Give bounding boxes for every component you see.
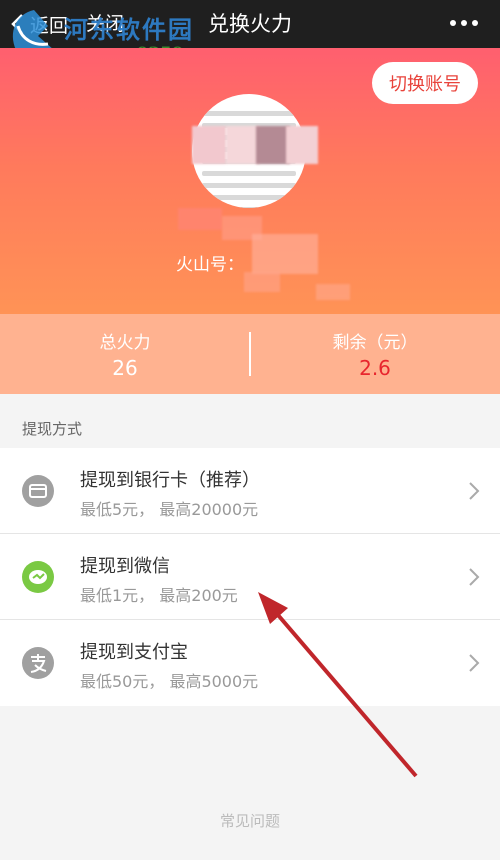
total-firepower-label: 总火力 bbox=[99, 333, 151, 353]
volcano-id-label: 火山号： bbox=[176, 255, 244, 275]
method-limit: 最低5元， 最高20000元 bbox=[80, 500, 259, 519]
method-limit: 最低1元， 最高200元 bbox=[80, 586, 238, 605]
switch-account-button[interactable]: 切换账号 bbox=[372, 62, 478, 104]
total-firepower-value: 26 bbox=[112, 356, 138, 380]
section-title: 提现方式 bbox=[22, 420, 83, 438]
method-bank-card[interactable]: 提现到银行卡（推荐） 最低5元， 最高20000元 bbox=[0, 448, 500, 534]
method-wechat[interactable]: 提现到微信 最低1元， 最高200元 bbox=[0, 534, 500, 620]
total-firepower: 总火力 26 bbox=[0, 314, 250, 394]
method-name: 提现到微信 bbox=[80, 556, 170, 577]
bank-card-icon bbox=[22, 475, 54, 507]
masked-area bbox=[286, 126, 318, 164]
watermark-name: 河东软件园 bbox=[64, 16, 194, 44]
masked-username bbox=[252, 234, 318, 274]
masked-area bbox=[256, 126, 290, 164]
masked-area bbox=[226, 126, 260, 164]
chevron-right-icon bbox=[469, 654, 480, 672]
more-menu-icon[interactable] bbox=[450, 20, 478, 26]
method-name: 提现到银行卡（推荐） bbox=[80, 470, 260, 491]
remaining-balance: 剩余（元） 2.6 bbox=[250, 314, 500, 394]
chevron-right-icon bbox=[469, 482, 480, 500]
wechat-icon bbox=[22, 561, 54, 593]
method-alipay[interactable]: 提现到支付宝 最低50元， 最高5000元 bbox=[0, 620, 500, 706]
masked-id bbox=[244, 272, 280, 292]
masked-area bbox=[192, 126, 226, 164]
stats-strip: 总火力 26 剩余（元） 2.6 bbox=[0, 314, 500, 394]
masked-username bbox=[178, 208, 222, 230]
method-name: 提现到支付宝 bbox=[80, 642, 188, 663]
profile-hero: 切换账号 火山号： bbox=[0, 48, 500, 314]
masked-id bbox=[316, 284, 350, 300]
chevron-right-icon bbox=[469, 568, 480, 586]
remaining-balance-label: 剩余（元） bbox=[332, 333, 418, 353]
withdraw-methods-list: 提现到银行卡（推荐） 最低5元， 最高20000元 提现到微信 最低1元， 最高… bbox=[0, 448, 500, 706]
faq-link[interactable]: 常见问题 bbox=[0, 810, 500, 831]
remaining-balance-value: 2.6 bbox=[359, 356, 391, 380]
method-limit: 最低50元， 最高5000元 bbox=[80, 672, 259, 691]
alipay-icon bbox=[22, 647, 54, 679]
